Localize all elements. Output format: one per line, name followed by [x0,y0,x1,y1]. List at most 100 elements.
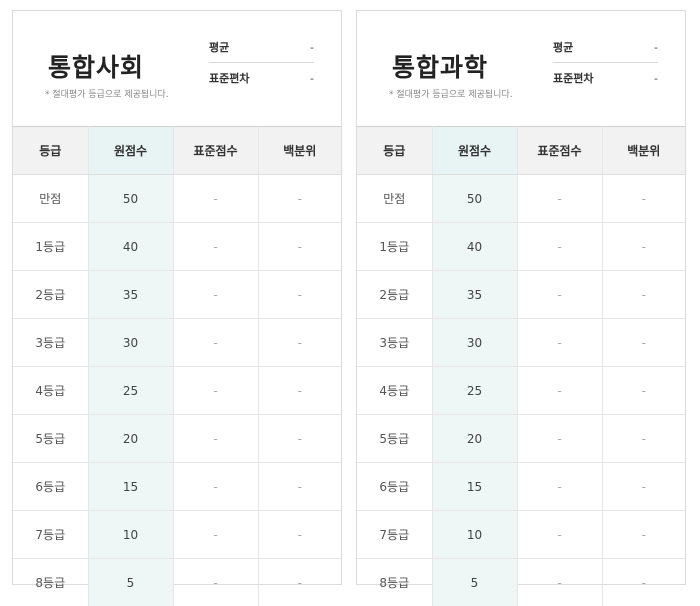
standard-score-cell: - [517,511,602,559]
percentile-cell: - [258,319,341,367]
grade-cell: 4등급 [357,367,432,415]
grade-cell: 1등급 [357,223,432,271]
standard-score-cell: - [517,367,602,415]
grade-cell: 7등급 [13,511,88,559]
raw-score-cell: 15 [88,463,173,511]
stat-value: - [654,72,658,85]
raw-score-cell: 30 [432,319,517,367]
raw-score-cell: 35 [88,271,173,319]
grade-column-header: 등급 [357,127,432,175]
grade-table: 등급원점수표준점수백분위 만점50--1등급40--2등급35--3등급30--… [13,126,341,606]
percentile-cell: - [258,223,341,271]
standard-score-cell: - [173,367,258,415]
table-row: 5등급20-- [13,415,341,463]
percentile-cell: - [258,463,341,511]
subject-title: 통합과학 [392,48,488,84]
table-header-row: 등급원점수표준점수백분위 [13,127,341,175]
raw-score-cell: 20 [432,415,517,463]
percentile-cell: - [602,319,685,367]
stats-box: 평균 - 표준편차 - [209,32,314,93]
standard-score-cell: - [173,271,258,319]
table-row: 6등급15-- [13,463,341,511]
percentile-cell: - [602,367,685,415]
table-row: 2등급35-- [357,271,685,319]
grade-cell: 4등급 [13,367,88,415]
table-row: 만점50-- [357,175,685,223]
standard-score-cell: - [517,271,602,319]
stat-mean: 평균 - [553,32,658,62]
table-row: 4등급25-- [13,367,341,415]
stat-std-dev: 표준편차 - [553,62,658,93]
panel-header: 통합사회 * 절대평가 등급으로 제공됩니다. 평균 - 표준편차 - [13,11,341,126]
table-row: 7등급10-- [357,511,685,559]
standard-score-cell: - [173,415,258,463]
percentile-cell: - [602,415,685,463]
percentile-cell: - [602,271,685,319]
grade-cell: 5등급 [13,415,88,463]
percentile-column-header: 백분위 [258,127,341,175]
grade-cell: 만점 [357,175,432,223]
grade-column-header: 등급 [13,127,88,175]
subject-title: 통합사회 [48,48,144,84]
raw-score-cell: 40 [88,223,173,271]
stat-value: - [310,72,314,85]
percentile-cell: - [258,175,341,223]
stat-label: 표준편차 [553,70,593,86]
table-row: 5등급20-- [357,415,685,463]
raw-score-cell: 40 [432,223,517,271]
standard-score-column-header: 표준점수 [173,127,258,175]
subject-panel-science: 통합과학 * 절대평가 등급으로 제공됩니다. 평균 - 표준편차 - 등급원점… [356,10,686,585]
absolute-grading-note: * 절대평가 등급으로 제공됩니다. [389,87,513,100]
raw-score-cell: 20 [88,415,173,463]
grade-cell: 만점 [13,175,88,223]
standard-score-cell: - [173,223,258,271]
percentile-cell: - [258,559,341,606]
percentile-cell: - [258,511,341,559]
grade-cell: 7등급 [357,511,432,559]
standard-score-cell: - [517,463,602,511]
raw-score-cell: 5 [432,559,517,606]
standard-score-cell: - [517,319,602,367]
grade-cell: 2등급 [357,271,432,319]
table-header-row: 등급원점수표준점수백분위 [357,127,685,175]
panel-header: 통합과학 * 절대평가 등급으로 제공됩니다. 평균 - 표준편차 - [357,11,685,126]
raw-score-cell: 10 [432,511,517,559]
stat-mean: 평균 - [209,32,314,62]
grade-cell: 3등급 [13,319,88,367]
table-row: 1등급40-- [357,223,685,271]
raw-score-cell: 50 [432,175,517,223]
standard-score-cell: - [173,463,258,511]
percentile-cell: - [602,175,685,223]
standard-score-cell: - [517,559,602,606]
table-row: 만점50-- [13,175,341,223]
table-row: 3등급30-- [13,319,341,367]
raw-score-cell: 25 [432,367,517,415]
absolute-grading-note: * 절대평가 등급으로 제공됩니다. [45,87,169,100]
grade-cell: 2등급 [13,271,88,319]
grade-cell: 8등급 [13,559,88,606]
percentile-column-header: 백분위 [602,127,685,175]
stats-box: 평균 - 표준편차 - [553,32,658,93]
grade-cell: 8등급 [357,559,432,606]
raw-score-cell: 50 [88,175,173,223]
standard-score-column-header: 표준점수 [517,127,602,175]
stat-label: 평균 [553,39,573,55]
standard-score-cell: - [173,319,258,367]
percentile-cell: - [602,511,685,559]
percentile-cell: - [602,559,685,606]
grade-cell: 1등급 [13,223,88,271]
grade-cell: 5등급 [357,415,432,463]
table-row: 8등급5-- [13,559,341,606]
percentile-cell: - [258,271,341,319]
table-row: 1등급40-- [13,223,341,271]
standard-score-cell: - [517,175,602,223]
percentile-cell: - [258,415,341,463]
raw-score-cell: 35 [432,271,517,319]
table-row: 6등급15-- [357,463,685,511]
grade-cell: 6등급 [13,463,88,511]
raw-score-cell: 30 [88,319,173,367]
percentile-cell: - [602,463,685,511]
raw-score-cell: 15 [432,463,517,511]
raw-score-cell: 5 [88,559,173,606]
grade-table: 등급원점수표준점수백분위 만점50--1등급40--2등급35--3등급30--… [357,126,685,606]
